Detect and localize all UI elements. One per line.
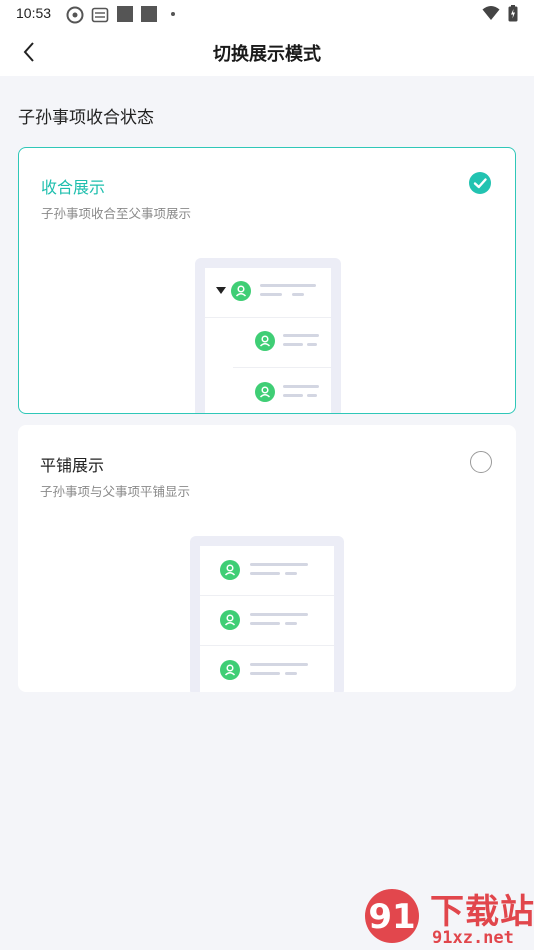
user-avatar-icon <box>220 610 240 630</box>
status-time: 10:53 <box>16 5 52 21</box>
selected-check-icon[interactable] <box>469 172 491 194</box>
unselected-radio-icon[interactable] <box>470 451 492 473</box>
section-label: 子孙事项收合状态 <box>18 108 154 128</box>
app-notification-icon <box>141 6 157 22</box>
site-watermark-logo: 91 下载站 91xz.net <box>360 884 534 950</box>
user-avatar-icon <box>220 660 240 680</box>
watermark-site: 91xz.net <box>432 928 514 948</box>
watermark-brand: 下载站 <box>430 892 534 932</box>
user-avatar-icon <box>231 281 251 301</box>
user-avatar-icon <box>255 382 275 402</box>
watermark-91-logo-icon: 91 <box>365 889 419 943</box>
option-card-flat[interactable]: 平铺展示 子孙事项与父事项平铺显示 <box>18 425 516 692</box>
option-description: 子孙事项收合至父事项展示 <box>41 206 192 221</box>
option-title: 收合展示 <box>41 178 106 197</box>
user-avatar-icon <box>255 331 275 351</box>
collapsed-preview-illustration <box>195 258 341 413</box>
app-notification-icon <box>117 6 133 22</box>
preview-row <box>200 596 334 646</box>
more-notifications-icon <box>171 12 175 16</box>
top-bar: 切换展示模式 <box>0 28 534 76</box>
option-title: 平铺展示 <box>40 456 105 475</box>
svg-text:91: 91 <box>368 897 415 937</box>
preview-row <box>205 268 331 318</box>
user-avatar-icon <box>220 560 240 580</box>
wifi-icon <box>482 6 500 20</box>
preview-row <box>200 646 334 692</box>
status-bar: 10:53 <box>0 0 534 28</box>
keyboard-notification-icon <box>91 7 109 23</box>
option-card-collapsed[interactable]: 收合展示 子孙事项收合至父事项展示 <box>18 147 516 414</box>
option-description: 子孙事项与父事项平铺显示 <box>40 484 191 499</box>
preview-row-child <box>233 368 331 413</box>
page-title: 切换展示模式 <box>213 44 321 65</box>
battery-icon <box>508 5 518 22</box>
sync-notification-icon <box>66 6 84 24</box>
flat-preview-illustration <box>190 536 344 692</box>
preview-row <box>200 546 334 596</box>
preview-row-child <box>233 318 331 368</box>
